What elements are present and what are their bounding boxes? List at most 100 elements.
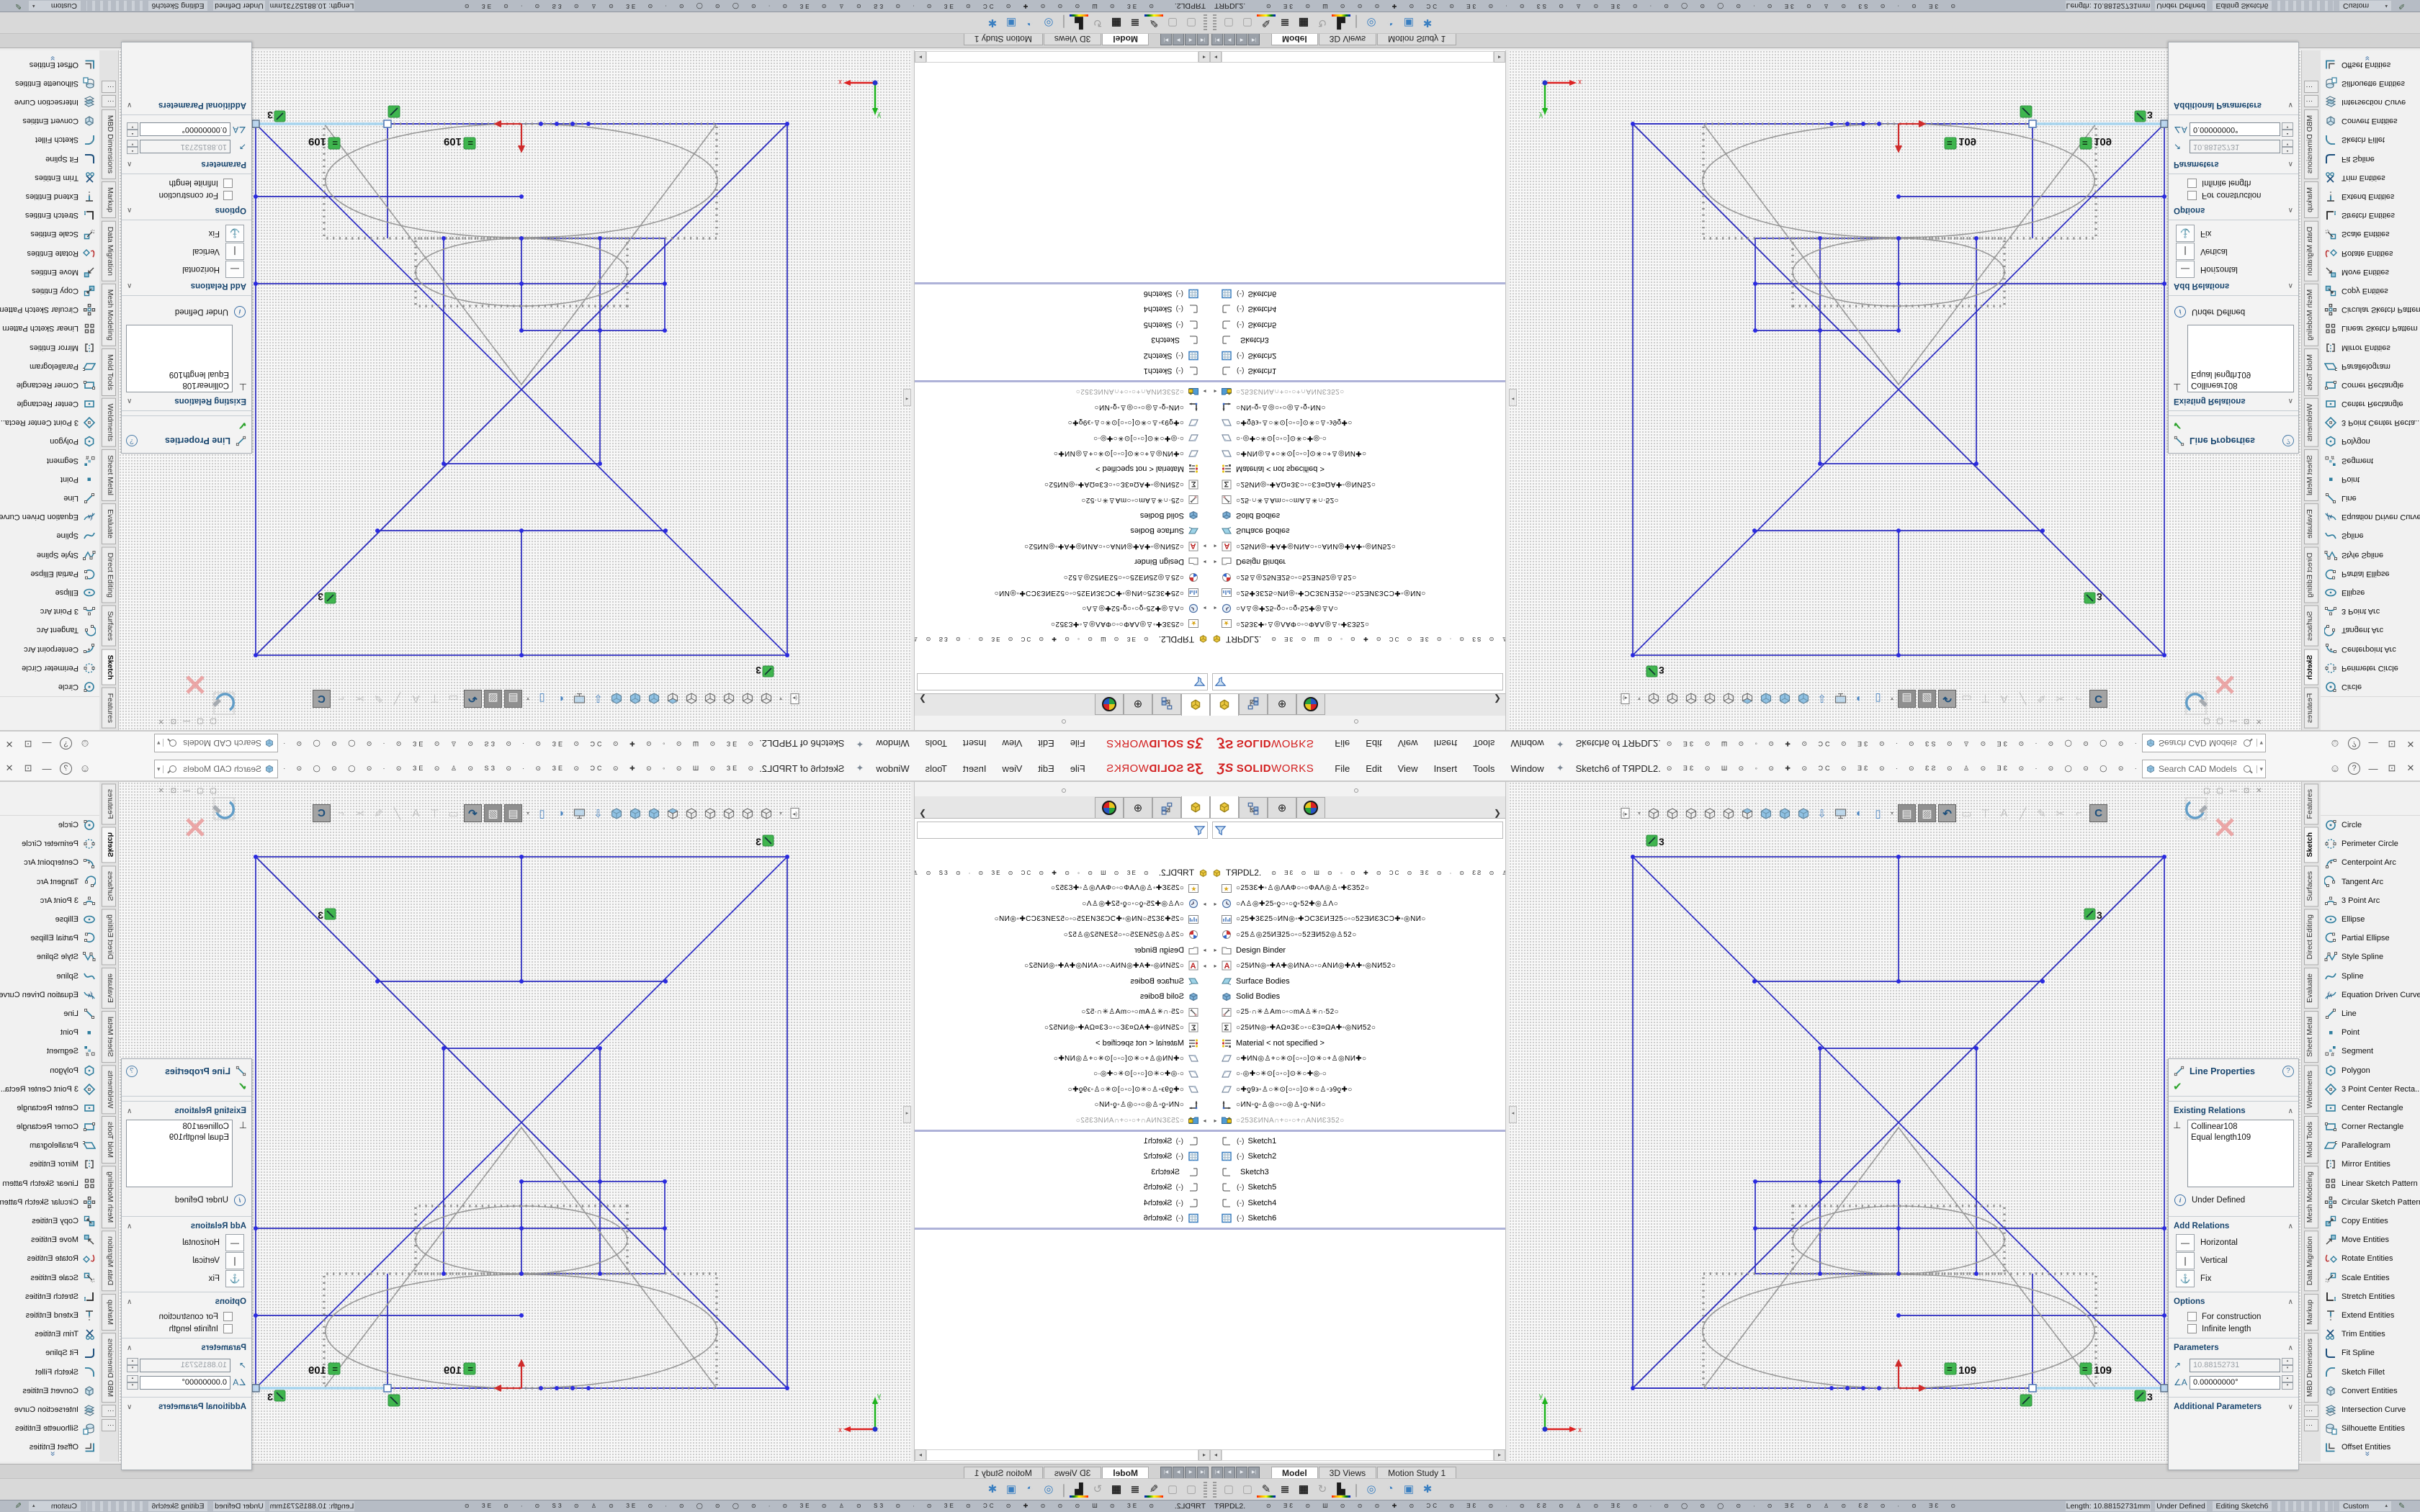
- tab-configurationmanager[interactable]: ⊕: [1124, 797, 1152, 818]
- tool-item[interactable]: Stretch Entities: [2321, 1287, 2420, 1306]
- parameter-input[interactable]: 10.88152731: [140, 140, 230, 154]
- restore-button[interactable]: ⊡: [2383, 738, 2401, 750]
- motion-tool-icon[interactable]: ↻: [1313, 1482, 1332, 1498]
- minimize-button[interactable]: —: [37, 763, 56, 774]
- menu-item[interactable]: Tools: [918, 763, 955, 774]
- tree-item[interactable]: ○25∙∩✳♙Αm○◦○mΑ♙✳∩∙52○: [915, 492, 1210, 508]
- tab-configurationmanager[interactable]: ⊕: [1124, 694, 1152, 715]
- view-tab[interactable]: Motion Study 1: [1377, 33, 1456, 45]
- add-relation-button[interactable]: ⚓Fix: [2176, 225, 2291, 242]
- help-icon[interactable]: ?: [60, 762, 72, 775]
- tree-item[interactable]: Surface Bodies: [915, 973, 1210, 989]
- tabs-overflow-chevron[interactable]: ❯: [1494, 808, 1501, 818]
- close-button[interactable]: ✕: [0, 762, 19, 774]
- relation-badge-equal[interactable]: =109: [308, 135, 340, 149]
- options-header[interactable]: Options∧: [122, 1292, 251, 1309]
- tab-propertymanager[interactable]: [1152, 797, 1181, 818]
- tool-item[interactable]: Center Rectangle: [0, 395, 99, 413]
- motion-tool-icon[interactable]: ✱: [1418, 15, 1437, 30]
- confirmation-corner[interactable]: [2186, 677, 2233, 714]
- tool-item[interactable]: Circular Sketch Pattern: [0, 300, 99, 319]
- view-tab[interactable]: 3D Views: [1044, 1467, 1101, 1479]
- tool-item[interactable]: Fit Spline: [0, 1344, 99, 1362]
- view-tab[interactable]: Model: [1271, 33, 1318, 45]
- menu-item[interactable]: File: [1327, 739, 1358, 750]
- view-tab[interactable]: 3D Views: [1044, 33, 1101, 45]
- parameter-input[interactable]: 10.88152731: [2190, 140, 2280, 154]
- checkbox[interactable]: [2187, 1312, 2197, 1321]
- sketch-tree-item[interactable]: (-) Sketch2: [1210, 348, 1505, 364]
- parameter-input[interactable]: 0.00000000°: [2190, 1376, 2280, 1390]
- commandmanager-tab[interactable]: Direct Editing: [2304, 546, 2318, 603]
- commandmanager-tab[interactable]: Sheet Metal: [102, 1011, 116, 1063]
- tab-nav-button[interactable]: |◀: [1197, 33, 1209, 45]
- tab-nav-button[interactable]: ▶|: [1248, 1467, 1260, 1479]
- tree-split-bar[interactable]: [1210, 1228, 1505, 1230]
- menu-item[interactable]: Tools: [1465, 763, 1502, 774]
- scroll-track[interactable]: [1222, 1449, 1494, 1461]
- commandmanager-tab[interactable]: Sketch: [2304, 827, 2318, 863]
- pin-icon[interactable]: ✦: [1556, 738, 1564, 750]
- motion-tool-icon[interactable]: ≣: [1126, 1482, 1144, 1498]
- pin-icon[interactable]: ✦: [856, 762, 864, 774]
- commandmanager-tab[interactable]: Evaluate: [102, 503, 116, 544]
- tool-item[interactable]: Extend Entities: [0, 187, 99, 206]
- user-account-icon[interactable]: ☺: [2326, 738, 2344, 750]
- tool-item[interactable]: Circular Sketch Pattern: [2321, 300, 2420, 319]
- expand-arrow-icon[interactable]: ▸: [1210, 543, 1221, 549]
- checkbox[interactable]: [223, 179, 233, 188]
- tool-item[interactable]: 3 Point Arc: [0, 602, 99, 621]
- view-tab[interactable]: Motion Study 1: [964, 33, 1043, 45]
- tree-item[interactable]: Surface Bodies: [915, 523, 1210, 539]
- tree-item[interactable]: ○25ИΝ◎◦✚ΑΩ¤3Ɛ○◦○Ɛ3¤ΩΑ✚◦◎ΝИ52○: [1210, 477, 1505, 492]
- commandmanager-tab[interactable]: Sketch: [102, 649, 116, 685]
- commandmanager-tab[interactable]: Mesh Modeling: [2304, 284, 2318, 346]
- spinner-arrows[interactable]: ▴▾: [2282, 1358, 2293, 1372]
- tree-split-bar[interactable]: [915, 1130, 1210, 1132]
- spinner-arrows[interactable]: ▴▾: [127, 1375, 138, 1390]
- tool-item[interactable]: Polygon: [2321, 1061, 2420, 1079]
- more-tools-chevron[interactable]: »: [48, 1452, 58, 1457]
- tree-item[interactable]: ○∙◎✚○✳⊙[○◦○]⊙✳○✚◎∙○: [1210, 431, 1505, 446]
- tab-displaymanager[interactable]: [1296, 694, 1325, 715]
- tool-item[interactable]: Trim Entities: [0, 1325, 99, 1344]
- commandmanager-tab[interactable]: Sheet Metal: [102, 449, 116, 501]
- tool-item[interactable]: Segment: [0, 1042, 99, 1061]
- option-row[interactable]: For construction: [129, 1312, 233, 1321]
- tab-featuremanager-tree[interactable]: [1181, 694, 1210, 716]
- tree-item[interactable]: ○25∙∩✳♙Αm○◦○mΑ♙✳∩∙52○: [1210, 492, 1505, 508]
- tree-item[interactable]: Material < not specified >: [1210, 462, 1505, 477]
- motion-tool-icon[interactable]: ✎: [1257, 1482, 1276, 1498]
- tool-item[interactable]: Partial Ellipse: [0, 564, 99, 583]
- motion-tool-icon[interactable]: ✱: [983, 1482, 1002, 1498]
- help-icon[interactable]: ?: [2348, 762, 2360, 775]
- tree-item[interactable]: ▸ ○Λ♙◎✚25◦ƍ○◦○ƍ◦52✚◎♙Λ○: [1210, 600, 1505, 616]
- search-icon[interactable]: [2244, 739, 2251, 747]
- tool-item[interactable]: Equation Driven Curve: [2321, 986, 2420, 1004]
- menu-item[interactable]: Window: [868, 739, 917, 750]
- commandmanager-tab[interactable]: MBD Dimensions: [2304, 1333, 2318, 1403]
- search-icon[interactable]: [2244, 765, 2251, 773]
- commandmanager-tab[interactable]: Markup: [2304, 1294, 2318, 1331]
- commandmanager-tab[interactable]: Evaluate: [2304, 968, 2318, 1009]
- checkbox[interactable]: [2187, 191, 2197, 200]
- tool-item[interactable]: Fit Spline: [2321, 150, 2420, 168]
- spinner-arrows[interactable]: ▴▾: [2282, 1375, 2293, 1390]
- tool-item[interactable]: 3 Point Center Recta...: [0, 413, 99, 432]
- search-input[interactable]: Search CAD Models ▾: [154, 760, 278, 778]
- sketch-tree-item[interactable]: (-) Sketch6: [915, 1211, 1210, 1227]
- tool-item[interactable]: Convert Entities: [0, 112, 99, 130]
- tabs-overflow-chevron[interactable]: ❯: [1494, 694, 1501, 704]
- commandmanager-tab[interactable]: Sheet Metal: [2304, 449, 2318, 501]
- motion-tool-icon[interactable]: ▣: [1399, 1482, 1418, 1498]
- menu-item[interactable]: Insert: [955, 739, 995, 750]
- tab-propertymanager[interactable]: [1152, 694, 1181, 715]
- commandmanager-tab[interactable]: ⋮: [102, 1419, 116, 1431]
- ok-checkmark-button[interactable]: ✔: [2169, 1079, 2298, 1097]
- tool-item[interactable]: Polygon: [0, 1061, 99, 1079]
- scroll-right-arrow[interactable]: ▸: [1494, 1449, 1505, 1461]
- tool-item[interactable]: Sketch Fillet: [0, 1362, 99, 1381]
- motion-tool-icon[interactable]: ▣: [1002, 15, 1021, 30]
- tab-displaymanager[interactable]: [1095, 797, 1124, 818]
- sketch-tree-item[interactable]: (-) Sketch2: [915, 348, 1210, 364]
